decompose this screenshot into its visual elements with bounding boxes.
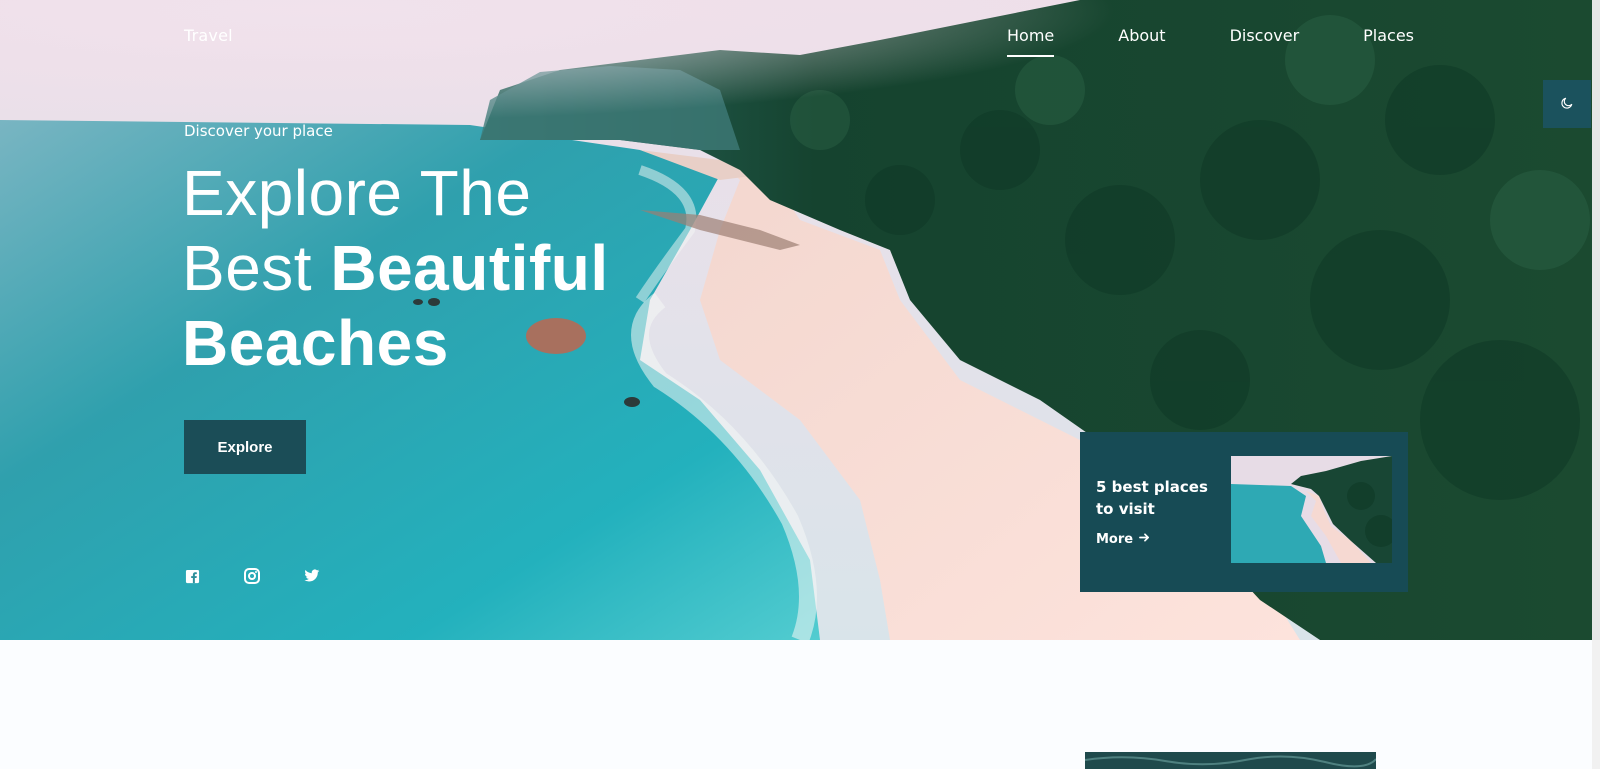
explore-button[interactable]: Explore <box>184 420 306 474</box>
nav-about[interactable]: About <box>1118 26 1165 45</box>
moon-icon <box>1560 95 1574 114</box>
card-thumbnail-image[interactable] <box>1231 456 1392 563</box>
nav-discover[interactable]: Discover <box>1230 26 1300 45</box>
headline-line-1: Explore The <box>182 157 532 229</box>
card-title: 5 best places to visit <box>1096 478 1208 518</box>
theme-toggle-button[interactable] <box>1543 80 1591 128</box>
nav-places[interactable]: Places <box>1363 26 1414 45</box>
featured-places-card: 5 best places to visit More <box>1080 432 1408 592</box>
twitter-icon[interactable] <box>304 568 320 584</box>
facebook-icon[interactable] <box>184 568 200 584</box>
section-preview-image <box>1085 752 1376 769</box>
headline-line-2-bold: Beautiful <box>330 232 609 304</box>
hero-headline: Explore The Best Beautiful Beaches <box>182 156 609 381</box>
hero-subtitle: Discover your place <box>184 122 333 140</box>
instagram-icon[interactable] <box>244 568 260 584</box>
page: Travel Home About Discover Places Discov… <box>0 0 1600 769</box>
logo[interactable]: Travel <box>184 26 233 45</box>
card-more-link[interactable]: More <box>1096 532 1150 547</box>
nav-home[interactable]: Home <box>1007 26 1055 57</box>
headline-line-3-bold: Beaches <box>182 307 449 379</box>
main-nav: Home About Discover Places <box>1007 26 1414 57</box>
arrow-right-icon <box>1139 532 1150 547</box>
scrollbar-thumb[interactable] <box>1592 0 1600 640</box>
card-more-label: More <box>1096 532 1134 547</box>
headline-line-2-light: Best <box>182 232 331 304</box>
social-links <box>184 568 320 584</box>
scrollbar[interactable] <box>1592 0 1600 769</box>
